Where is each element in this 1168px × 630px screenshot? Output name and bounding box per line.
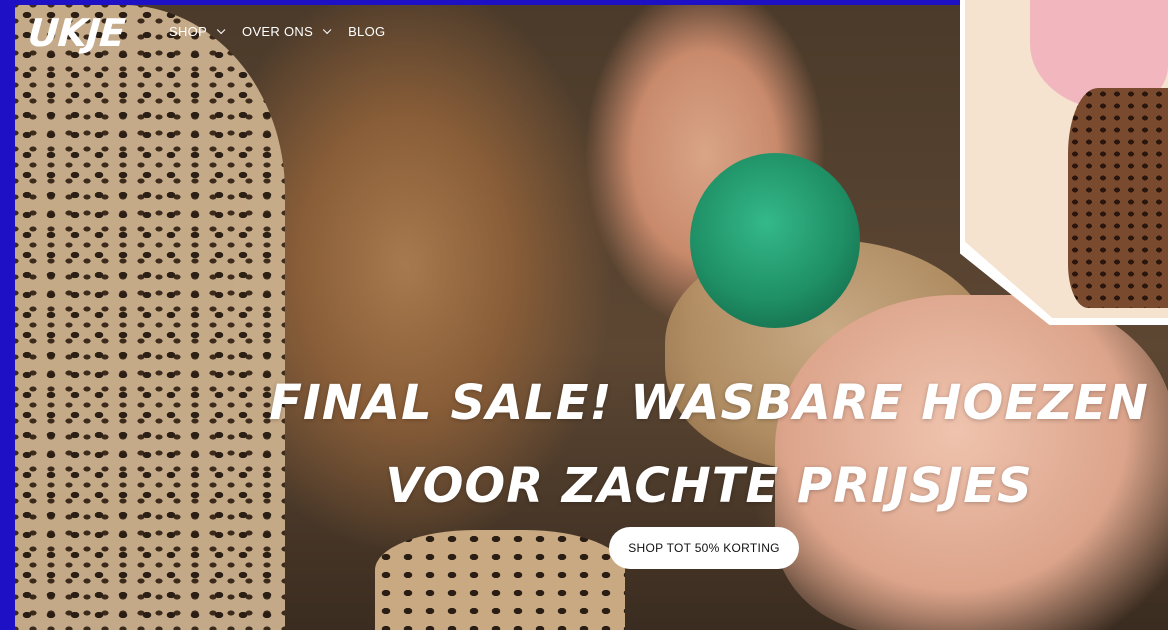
nav-item-label: OVER ONS — [242, 24, 314, 39]
pacifier — [690, 153, 860, 328]
nav-item-shop[interactable]: SHOP — [169, 24, 226, 39]
page-frame-left — [0, 0, 15, 630]
hero-headline: FINAL SALE! WASBARE HOEZEN VOOR ZACHTE P… — [269, 375, 1149, 514]
chevron-down-icon — [322, 25, 332, 34]
product-inset-leopard-fabric — [1068, 88, 1168, 308]
nav-item-blog[interactable]: BLOG — [348, 24, 385, 39]
main-navigation: SHOP OVER ONS BLOG — [169, 24, 405, 39]
leopard-fabric — [375, 530, 625, 630]
site-logo[interactable]: UKJE — [26, 11, 125, 55]
shop-sale-button[interactable]: SHOP TOT 50% KORTING — [609, 527, 799, 569]
nav-item-label: BLOG — [348, 24, 386, 39]
nav-item-over-ons[interactable]: OVER ONS — [242, 24, 332, 39]
leopard-pillow — [15, 5, 285, 630]
nav-item-label: SHOP — [169, 24, 208, 39]
chevron-down-icon — [216, 25, 226, 34]
